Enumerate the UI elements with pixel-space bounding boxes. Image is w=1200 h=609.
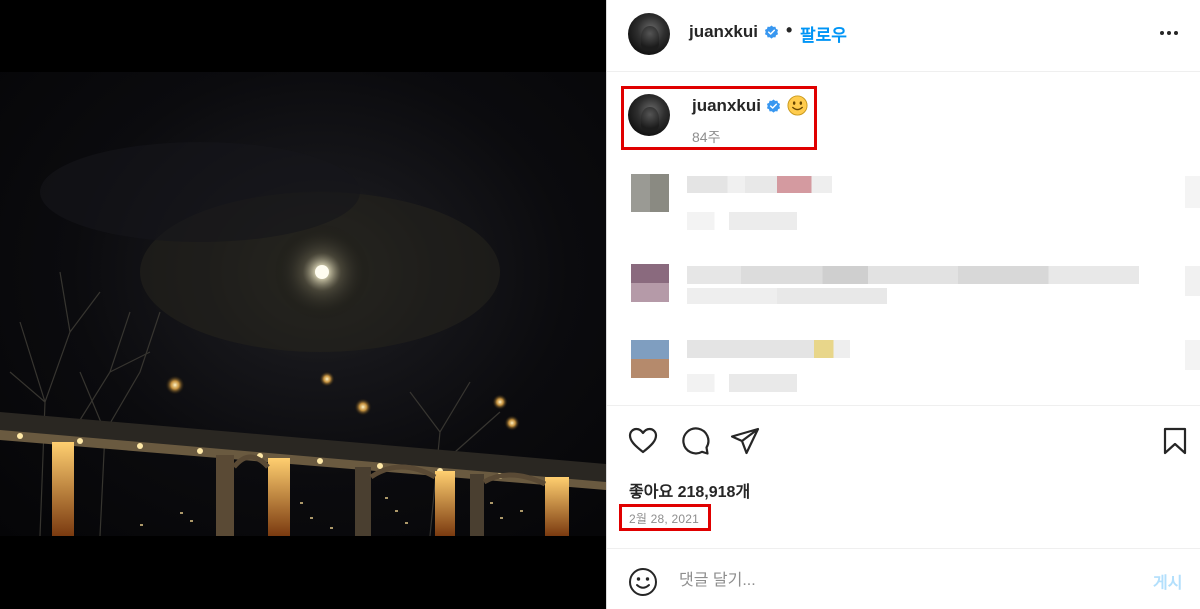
blurred-like-icon[interactable] — [1185, 340, 1200, 370]
emoji-icon[interactable] — [628, 567, 658, 597]
blurred-like-icon[interactable] — [1185, 266, 1200, 296]
separator-dot: • — [786, 20, 793, 40]
night-moon-bridge-photo — [0, 142, 606, 536]
comment-input[interactable] — [679, 566, 1119, 596]
post-date[interactable]: 2월 28, 2021 — [629, 510, 699, 527]
post-age: 84주 — [692, 129, 721, 145]
blurred-avatar[interactable] — [631, 174, 669, 212]
comment-icon[interactable] — [679, 425, 711, 457]
slightly-smiling-face-icon — [787, 95, 808, 116]
verified-badge-icon — [764, 25, 779, 39]
verified-badge-icon — [766, 99, 781, 113]
caption-username[interactable]: juanxkui — [692, 96, 761, 116]
caption-avatar[interactable] — [628, 94, 670, 136]
blurred-like-icon[interactable] — [1185, 176, 1200, 208]
author-username[interactable]: juanxkui — [689, 22, 758, 42]
blurred-comment-text-2 — [687, 288, 887, 304]
author-avatar[interactable] — [628, 13, 670, 55]
post-header: juanxkui • 팔로우 — [607, 0, 1200, 72]
blurred-comment-meta — [687, 374, 797, 392]
heart-icon[interactable] — [627, 425, 659, 457]
blurred-comment-meta — [687, 212, 797, 230]
blurred-avatar[interactable] — [631, 264, 669, 302]
comment-list — [607, 168, 1200, 406]
post-photo[interactable] — [0, 72, 606, 536]
like-count[interactable]: 좋아요 218,918개 — [629, 478, 750, 502]
more-horizontal-icon[interactable] — [1156, 22, 1182, 44]
send-icon[interactable] — [729, 425, 761, 457]
blurred-comment-text — [687, 176, 832, 193]
blurred-avatar[interactable] — [631, 340, 669, 378]
blurred-comment-text — [687, 340, 850, 358]
blurred-comment-text — [687, 266, 1139, 284]
follow-button[interactable]: 팔로우 — [800, 21, 847, 46]
bookmark-icon[interactable] — [1159, 425, 1191, 457]
comment-form: 게시 — [607, 548, 1200, 609]
post-comment-button[interactable]: 게시 — [1153, 569, 1182, 593]
action-bar — [607, 420, 1200, 462]
post-caption: juanxkui 84주 — [607, 73, 1200, 165]
post-media — [0, 0, 606, 609]
post-details-panel: juanxkui • 팔로우 juanxkui 84주 좋아요 218,918개… — [606, 0, 1200, 609]
